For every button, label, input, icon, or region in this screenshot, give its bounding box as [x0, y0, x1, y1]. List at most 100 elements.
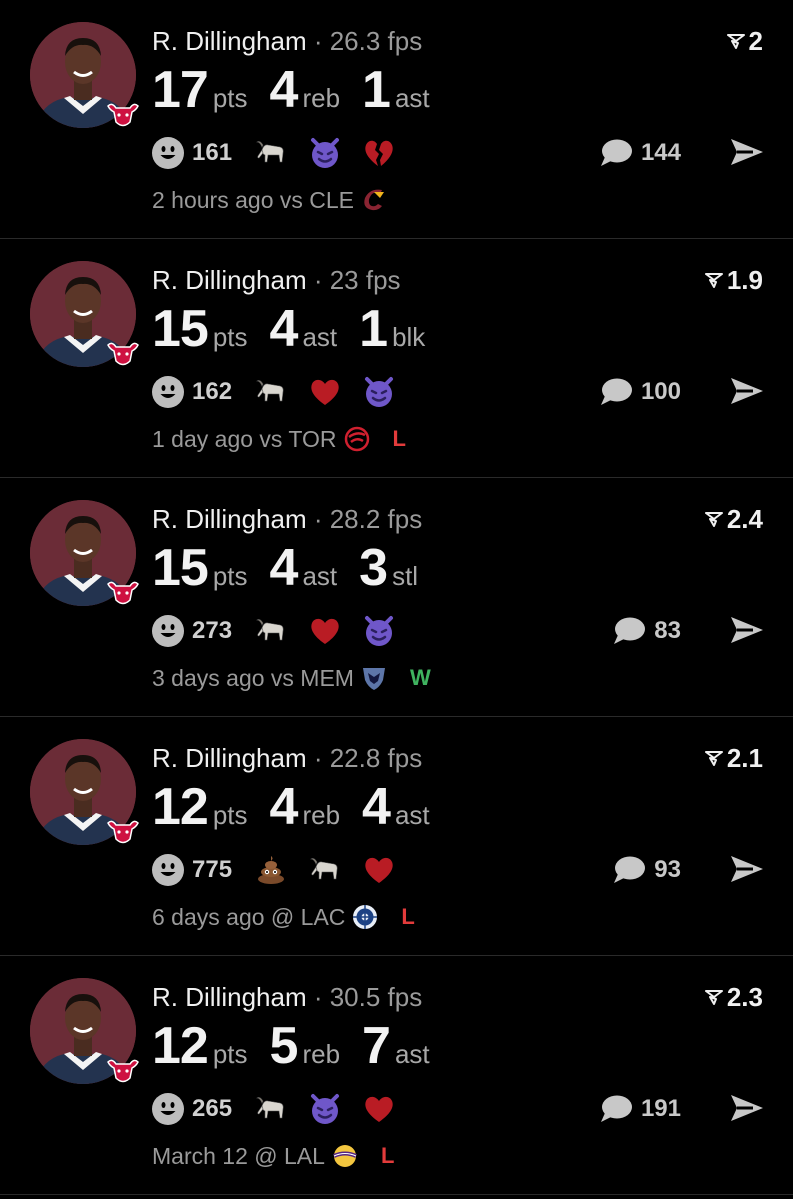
stat-line: 12 pts 5 reb 7 ast: [152, 1018, 452, 1074]
stat-line: 15 pts 4 ast 1 blk: [152, 301, 447, 357]
broken-heart-icon[interactable]: [362, 136, 396, 170]
stat-line: 15 pts 4 ast 3 stl: [152, 540, 440, 596]
stat-item: 4 ast: [270, 540, 338, 596]
stat-label: ast: [302, 561, 338, 591]
goat-icon[interactable]: [254, 1092, 288, 1126]
comments-button[interactable]: 83: [612, 614, 681, 648]
comment-count: 100: [640, 378, 681, 405]
reaction-count[interactable]: 273: [192, 617, 232, 645]
devil-icon[interactable]: [308, 136, 342, 170]
name-line: R. Dillingham · 23 fps: [152, 265, 401, 295]
stat-item: 4 ast: [362, 779, 430, 835]
player-name[interactable]: R. Dillingham: [152, 504, 307, 534]
clippers-logo-icon: [351, 903, 379, 931]
heart-icon[interactable]: [362, 1092, 396, 1126]
feed-card[interactable]: R. Dillingham · 22.8 fps 2.1 12 pts 4 reb 4 ast…: [0, 717, 793, 956]
player-name[interactable]: R. Dillingham: [152, 743, 307, 773]
stat-value: 12: [152, 778, 209, 836]
bulls-logo-icon: [106, 100, 140, 130]
share-icon[interactable]: [729, 614, 765, 646]
devil-icon[interactable]: [308, 1092, 342, 1126]
comment-count: 83: [654, 617, 681, 644]
stat-item: 1 ast: [362, 62, 430, 118]
bulls-logo-icon: [106, 1056, 140, 1086]
reactions-bar: 265: [152, 1092, 416, 1126]
heart-icon[interactable]: [362, 853, 396, 887]
fantasy-points: 22.8 fps: [329, 743, 423, 773]
player-name[interactable]: R. Dillingham: [152, 26, 307, 56]
comments-button[interactable]: 93: [612, 853, 681, 887]
feed-card[interactable]: R. Dillingham · 28.2 fps 2.4 15 pts 4 ast 3 stl…: [0, 478, 793, 717]
game-info: 6 days ago @ LAC: [152, 903, 346, 930]
smiley-icon[interactable]: [152, 137, 184, 169]
game-meta: 6 days ago @ LAC L: [152, 903, 415, 931]
comment-count: 93: [654, 856, 681, 883]
game-meta: 2 hours ago vs CLE: [152, 186, 388, 214]
goat-icon[interactable]: [308, 853, 342, 887]
share-icon[interactable]: [729, 853, 765, 885]
devil-icon[interactable]: [362, 614, 396, 648]
stat-item: 12 pts: [152, 1018, 248, 1074]
player-name[interactable]: R. Dillingham: [152, 265, 307, 295]
player-name[interactable]: R. Dillingham: [152, 982, 307, 1012]
comments-button[interactable]: 100: [599, 375, 681, 409]
stat-value: 5: [269, 1017, 299, 1075]
comment-icon: [599, 377, 633, 407]
game-meta: 1 day ago vs TOR L: [152, 425, 406, 453]
stat-item: 7 ast: [362, 1018, 430, 1074]
comments-button[interactable]: 144: [599, 136, 681, 170]
heart-icon[interactable]: [308, 375, 342, 409]
bulls-logo-icon: [106, 817, 140, 847]
result-badge: W: [409, 665, 431, 690]
stat-value: 1: [359, 300, 388, 358]
stat-label: ast: [394, 800, 430, 830]
stat-value: 4: [269, 539, 299, 597]
rating-value: 2: [748, 26, 763, 56]
reaction-count[interactable]: 161: [192, 139, 232, 167]
poop-icon[interactable]: [254, 853, 288, 887]
result-badge: L: [392, 426, 406, 451]
feed-card[interactable]: R. Dillingham · 23 fps 1.9 15 pts 4 ast 1 blk 16…: [0, 239, 793, 478]
feed-card[interactable]: R. Dillingham · 30.5 fps 2.3 12 pts 5 reb 7 ast…: [0, 956, 793, 1195]
comment-count: 144: [640, 139, 681, 166]
stat-label: ast: [394, 83, 430, 113]
share-icon[interactable]: [729, 1092, 765, 1124]
reaction-count[interactable]: 775: [192, 856, 232, 884]
smiley-icon[interactable]: [152, 376, 184, 408]
separator-dot: ·: [306, 265, 330, 295]
stat-label: pts: [212, 800, 248, 830]
game-info: March 12 @ LAL: [152, 1142, 325, 1169]
rating-icon: [704, 510, 723, 528]
stat-label: pts: [212, 322, 248, 352]
stat-label: reb: [302, 1039, 341, 1069]
goat-icon[interactable]: [254, 136, 288, 170]
fantasy-points: 26.3 fps: [329, 26, 423, 56]
bulls-logo-icon: [106, 578, 140, 608]
share-icon[interactable]: [729, 136, 765, 168]
goat-icon[interactable]: [254, 614, 288, 648]
lakers-logo-icon: [331, 1142, 359, 1170]
game-meta: 3 days ago vs MEM W: [152, 664, 431, 692]
stat-item: 5 reb: [270, 1018, 341, 1074]
smiley-icon[interactable]: [152, 615, 184, 647]
heart-icon[interactable]: [308, 614, 342, 648]
reaction-count[interactable]: 265: [192, 1095, 232, 1123]
stat-item: 3 stl: [359, 540, 418, 596]
devil-icon[interactable]: [362, 375, 396, 409]
stat-label: pts: [212, 1039, 248, 1069]
reactions-bar: 161: [152, 136, 416, 170]
share-icon[interactable]: [729, 375, 765, 407]
stat-item: 15 pts: [152, 540, 248, 596]
goat-icon[interactable]: [254, 375, 288, 409]
smiley-icon[interactable]: [152, 1093, 184, 1125]
reaction-count[interactable]: 162: [192, 378, 232, 406]
stat-item: 1 blk: [359, 301, 425, 357]
feed-card[interactable]: R. Dillingham · 26.3 fps 2 17 pts 4 reb 1 ast 16…: [0, 0, 793, 239]
stat-value: 4: [362, 778, 391, 836]
smiley-icon[interactable]: [152, 854, 184, 886]
stat-label: reb: [302, 800, 341, 830]
rating-badge: 2.3: [704, 982, 763, 1012]
stat-value: 15: [152, 539, 209, 597]
comments-button[interactable]: 191: [599, 1092, 681, 1126]
stat-label: reb: [302, 83, 341, 113]
